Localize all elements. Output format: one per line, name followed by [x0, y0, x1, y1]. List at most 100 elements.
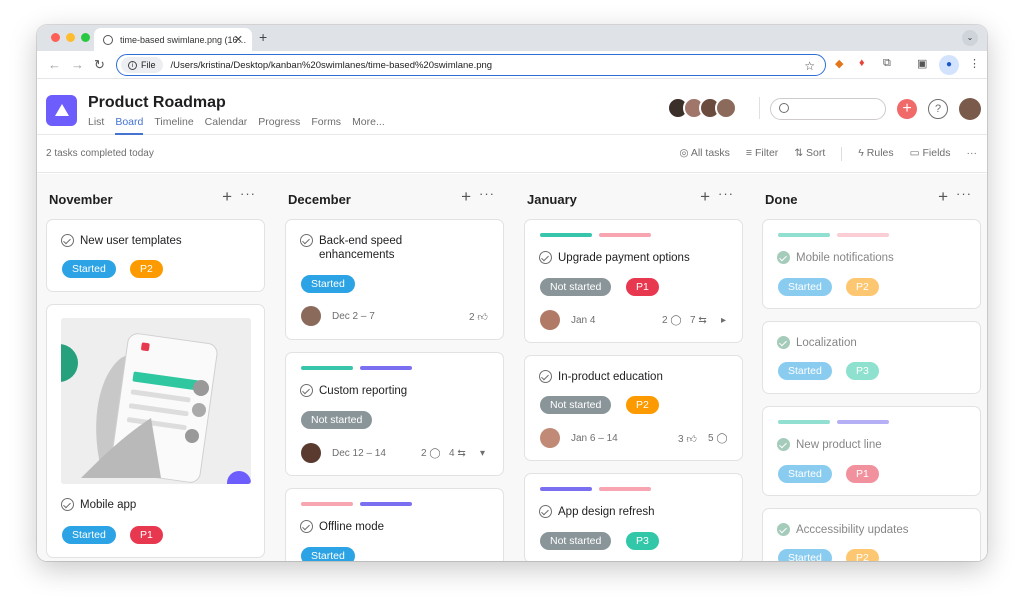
- complete-checkbox-icon[interactable]: [539, 251, 552, 264]
- completed-check-icon[interactable]: [777, 251, 790, 264]
- subtasks-value: 4: [449, 448, 455, 459]
- tab-timeline[interactable]: Timeline: [154, 116, 193, 135]
- add-task-icon[interactable]: +: [461, 187, 471, 207]
- completed-check-icon[interactable]: [777, 438, 790, 451]
- reload-icon[interactable]: ↻: [94, 57, 105, 73]
- task-card[interactable]: In-product education Not started P2 Jan …: [524, 355, 743, 461]
- help-button[interactable]: ?: [928, 99, 948, 119]
- custom-field-bar: [360, 366, 412, 370]
- forward-arrow-icon[interactable]: →: [71, 57, 84, 72]
- divider: [759, 97, 760, 119]
- task-card[interactable]: App design refresh Not started P3: [524, 473, 743, 561]
- sort-button[interactable]: ⇅ Sort: [794, 147, 825, 161]
- assignee-avatar[interactable]: [540, 428, 560, 448]
- add-task-icon[interactable]: +: [700, 187, 710, 207]
- assignee-avatar[interactable]: [540, 310, 560, 330]
- complete-checkbox-icon[interactable]: [300, 234, 313, 247]
- complete-checkbox-icon[interactable]: [61, 498, 74, 511]
- minimize-window-button[interactable]: [66, 33, 75, 42]
- task-card[interactable]: Mobile app Started P1: [46, 304, 265, 558]
- priority-badge: P3: [626, 532, 659, 550]
- comments-value: 2: [662, 315, 668, 326]
- complete-checkbox-icon[interactable]: [300, 384, 313, 397]
- column-december: December + ··· Back-end speed enhancemen…: [285, 174, 505, 561]
- add-task-icon[interactable]: +: [938, 187, 948, 207]
- task-card[interactable]: Back-end speed enhancements Started Dec …: [285, 219, 504, 340]
- metamask-extension-icon[interactable]: ◆: [835, 57, 843, 70]
- user-avatar[interactable]: [959, 98, 981, 120]
- column-header: January + ···: [524, 174, 744, 222]
- column-menu-icon[interactable]: ···: [240, 186, 256, 201]
- task-card[interactable]: New product line Started P1: [762, 406, 981, 496]
- add-button[interactable]: +: [897, 99, 917, 119]
- maximize-window-button[interactable]: [81, 33, 90, 42]
- complete-checkbox-icon[interactable]: [61, 234, 74, 247]
- filter-icon: ≡: [745, 147, 755, 159]
- subtasks-count[interactable]: 7 ⇆: [690, 315, 707, 326]
- complete-checkbox-icon[interactable]: [539, 370, 552, 383]
- expand-subtasks-icon[interactable]: ▸: [721, 315, 726, 326]
- task-title: Mobile notifications: [796, 252, 894, 264]
- back-arrow-icon[interactable]: ←: [48, 57, 61, 72]
- sort-icon: ⇅: [794, 147, 807, 159]
- member-avatars[interactable]: [667, 97, 737, 119]
- task-card[interactable]: Mobile notifications Started P2: [762, 219, 981, 309]
- complete-checkbox-icon[interactable]: [300, 520, 313, 533]
- subtasks-count[interactable]: 4 ⇆: [449, 448, 466, 459]
- assignee-avatar[interactable]: [301, 306, 321, 326]
- bookmark-star-icon[interactable]: ☆: [804, 59, 815, 73]
- fire-extension-icon[interactable]: ♦: [859, 57, 865, 69]
- add-task-icon[interactable]: +: [222, 187, 232, 207]
- tab-more[interactable]: More...: [352, 116, 385, 135]
- profile-icon[interactable]: ●: [939, 55, 959, 75]
- priority-badge: P1: [626, 278, 659, 296]
- rules-button[interactable]: ϟ Rules: [858, 147, 893, 161]
- side-panel-icon[interactable]: ▣: [917, 57, 927, 70]
- task-title: New product line: [796, 439, 882, 451]
- expand-subtasks-icon[interactable]: ▾: [480, 448, 485, 459]
- completed-check-icon[interactable]: [777, 336, 790, 349]
- status-badge: Not started: [540, 532, 612, 550]
- search-input[interactable]: [770, 98, 886, 120]
- column-menu-icon[interactable]: ···: [479, 186, 495, 201]
- task-card[interactable]: New user templates Started P2: [46, 219, 265, 292]
- comments-value: 2: [421, 448, 427, 459]
- likes-count[interactable]: 2 👍︎: [469, 311, 488, 323]
- close-tab-icon[interactable]: ✕: [234, 33, 243, 46]
- task-card[interactable]: Offline mode Started: [285, 488, 504, 561]
- kebab-menu-icon[interactable]: ⋮: [969, 57, 980, 70]
- column-menu-icon[interactable]: ···: [718, 186, 734, 201]
- browser-tab[interactable]: time-based swimlane.png (16… ✕: [94, 28, 252, 51]
- tab-search-button[interactable]: ⌄: [962, 30, 978, 46]
- complete-checkbox-icon[interactable]: [539, 505, 552, 518]
- divider: [841, 147, 843, 161]
- likes-value: 3: [678, 434, 684, 445]
- address-bar[interactable]: i File /Users/kristina/Desktop/kanban%20s…: [116, 54, 826, 76]
- tab-board[interactable]: Board: [115, 116, 144, 135]
- filter-button[interactable]: ≡ Filter: [746, 147, 778, 161]
- tab-forms[interactable]: Forms: [311, 116, 341, 135]
- task-card[interactable]: Localization Started P3: [762, 321, 981, 394]
- assignee-avatar[interactable]: [301, 443, 321, 463]
- all-tasks-button[interactable]: ◎ All tasks: [679, 147, 730, 161]
- close-window-button[interactable]: [51, 33, 60, 42]
- tab-list[interactable]: List: [88, 116, 104, 135]
- extensions-puzzle-icon[interactable]: ⧉: [883, 57, 891, 70]
- tab-progress[interactable]: Progress: [258, 116, 300, 135]
- comments-count[interactable]: 5 ◯: [708, 433, 728, 444]
- more-options-icon[interactable]: ···: [967, 147, 978, 161]
- likes-count[interactable]: 3 👍︎: [678, 433, 697, 445]
- window-controls: [51, 33, 90, 42]
- comments-count[interactable]: 2 ◯: [421, 448, 441, 459]
- comments-count[interactable]: 2 ◯: [662, 315, 682, 326]
- fields-button[interactable]: ▭ Fields: [910, 147, 951, 161]
- task-card[interactable]: Acccessibility updates Started P2: [762, 508, 981, 561]
- task-card[interactable]: Upgrade payment options Not started P1 J…: [524, 219, 743, 343]
- kanban-board: November + ··· New user templates Starte…: [37, 174, 987, 561]
- task-card[interactable]: Custom reporting Not started Dec 12 – 14…: [285, 352, 504, 476]
- file-chip[interactable]: i File: [121, 57, 163, 73]
- new-tab-button[interactable]: +: [259, 29, 267, 45]
- tab-calendar[interactable]: Calendar: [205, 116, 248, 135]
- completed-check-icon[interactable]: [777, 523, 790, 536]
- column-menu-icon[interactable]: ···: [956, 186, 972, 201]
